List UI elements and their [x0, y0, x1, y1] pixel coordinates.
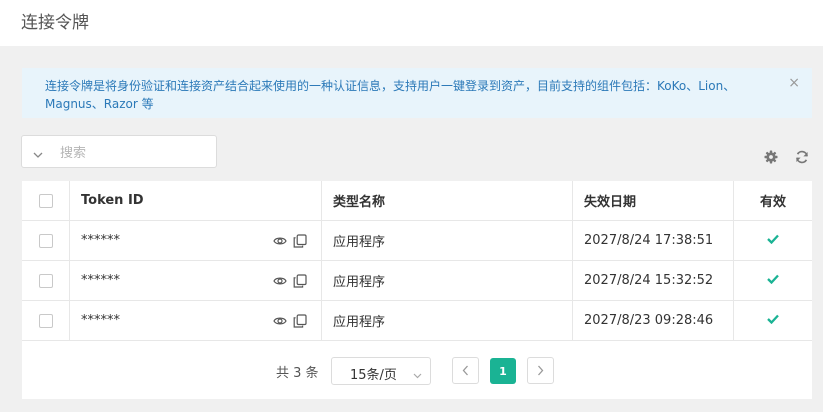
type-cell: 应用程序	[322, 221, 573, 260]
token-cell: ******	[70, 221, 322, 260]
eye-icon[interactable]	[273, 314, 287, 328]
search-box[interactable]	[21, 135, 217, 168]
table-header-row: Token ID 类型名称 失效日期 有效	[22, 181, 812, 221]
chevron-left-icon	[462, 361, 469, 380]
page-size-label: 15条/页	[350, 368, 397, 383]
pagination-total: 共 3 条	[276, 366, 319, 381]
expiry-cell: 2027/8/24 15:32:52	[573, 261, 734, 300]
row-checkbox[interactable]	[38, 273, 53, 288]
column-header-token-id[interactable]: Token ID	[70, 181, 322, 220]
table-row: ****** 应用程序 2027/8/23 09:28:46	[22, 301, 812, 341]
expiry-cell: 2027/8/24 17:38:51	[573, 221, 734, 260]
chevron-down-icon[interactable]	[32, 146, 44, 165]
valid-cell	[734, 301, 812, 340]
row-checkbox-cell	[22, 221, 70, 260]
row-checkbox-cell	[22, 261, 70, 300]
type-cell: 应用程序	[322, 261, 573, 300]
expiry-cell: 2027/8/23 09:28:46	[573, 301, 734, 340]
check-icon	[767, 313, 779, 328]
search-input[interactable]	[58, 142, 212, 164]
table-row: ****** 应用程序 2027/8/24 17:38:51	[22, 221, 812, 261]
table-row: ****** 应用程序 2027/8/24 15:32:52	[22, 261, 812, 301]
row-checkbox[interactable]	[38, 313, 53, 328]
chevron-down-icon	[413, 368, 422, 383]
select-all-checkbox[interactable]	[38, 193, 53, 208]
token-value: ******	[81, 313, 120, 328]
token-value: ******	[81, 273, 120, 288]
prev-page-button[interactable]	[452, 357, 479, 384]
eye-icon[interactable]	[273, 234, 287, 248]
page-number-button[interactable]: 1	[490, 358, 516, 384]
check-icon	[767, 273, 779, 288]
copy-icon[interactable]	[293, 274, 307, 288]
column-header-type[interactable]: 类型名称	[322, 181, 573, 220]
page-size-select[interactable]: 15条/页	[331, 357, 431, 385]
token-cell: ******	[70, 301, 322, 340]
copy-icon[interactable]	[293, 314, 307, 328]
info-alert: 连接令牌是将身份验证和连接资产结合起来使用的一种认证信息，支持用户一键登录到资产…	[22, 68, 812, 118]
valid-cell	[734, 261, 812, 300]
close-icon[interactable]: ×	[788, 76, 800, 90]
column-header-expiry[interactable]: 失效日期	[573, 181, 734, 220]
token-value: ******	[81, 233, 120, 248]
chevron-right-icon	[537, 361, 544, 380]
row-checkbox[interactable]	[38, 233, 53, 248]
header-checkbox-cell	[22, 181, 70, 220]
column-header-valid[interactable]: 有效	[734, 181, 812, 220]
refresh-icon[interactable]	[795, 149, 809, 168]
eye-icon[interactable]	[273, 274, 287, 288]
check-icon	[767, 233, 779, 248]
page-title: 连接令牌	[21, 13, 89, 33]
copy-icon[interactable]	[293, 234, 307, 248]
row-checkbox-cell	[22, 301, 70, 340]
token-cell: ******	[70, 261, 322, 300]
alert-text: 连接令牌是将身份验证和连接资产结合起来使用的一种认证信息，支持用户一键登录到资产…	[45, 79, 736, 111]
gear-icon[interactable]	[764, 149, 778, 168]
next-page-button[interactable]	[527, 357, 554, 384]
page-header: 连接令牌	[0, 0, 823, 46]
valid-cell	[734, 221, 812, 260]
type-cell: 应用程序	[322, 301, 573, 340]
